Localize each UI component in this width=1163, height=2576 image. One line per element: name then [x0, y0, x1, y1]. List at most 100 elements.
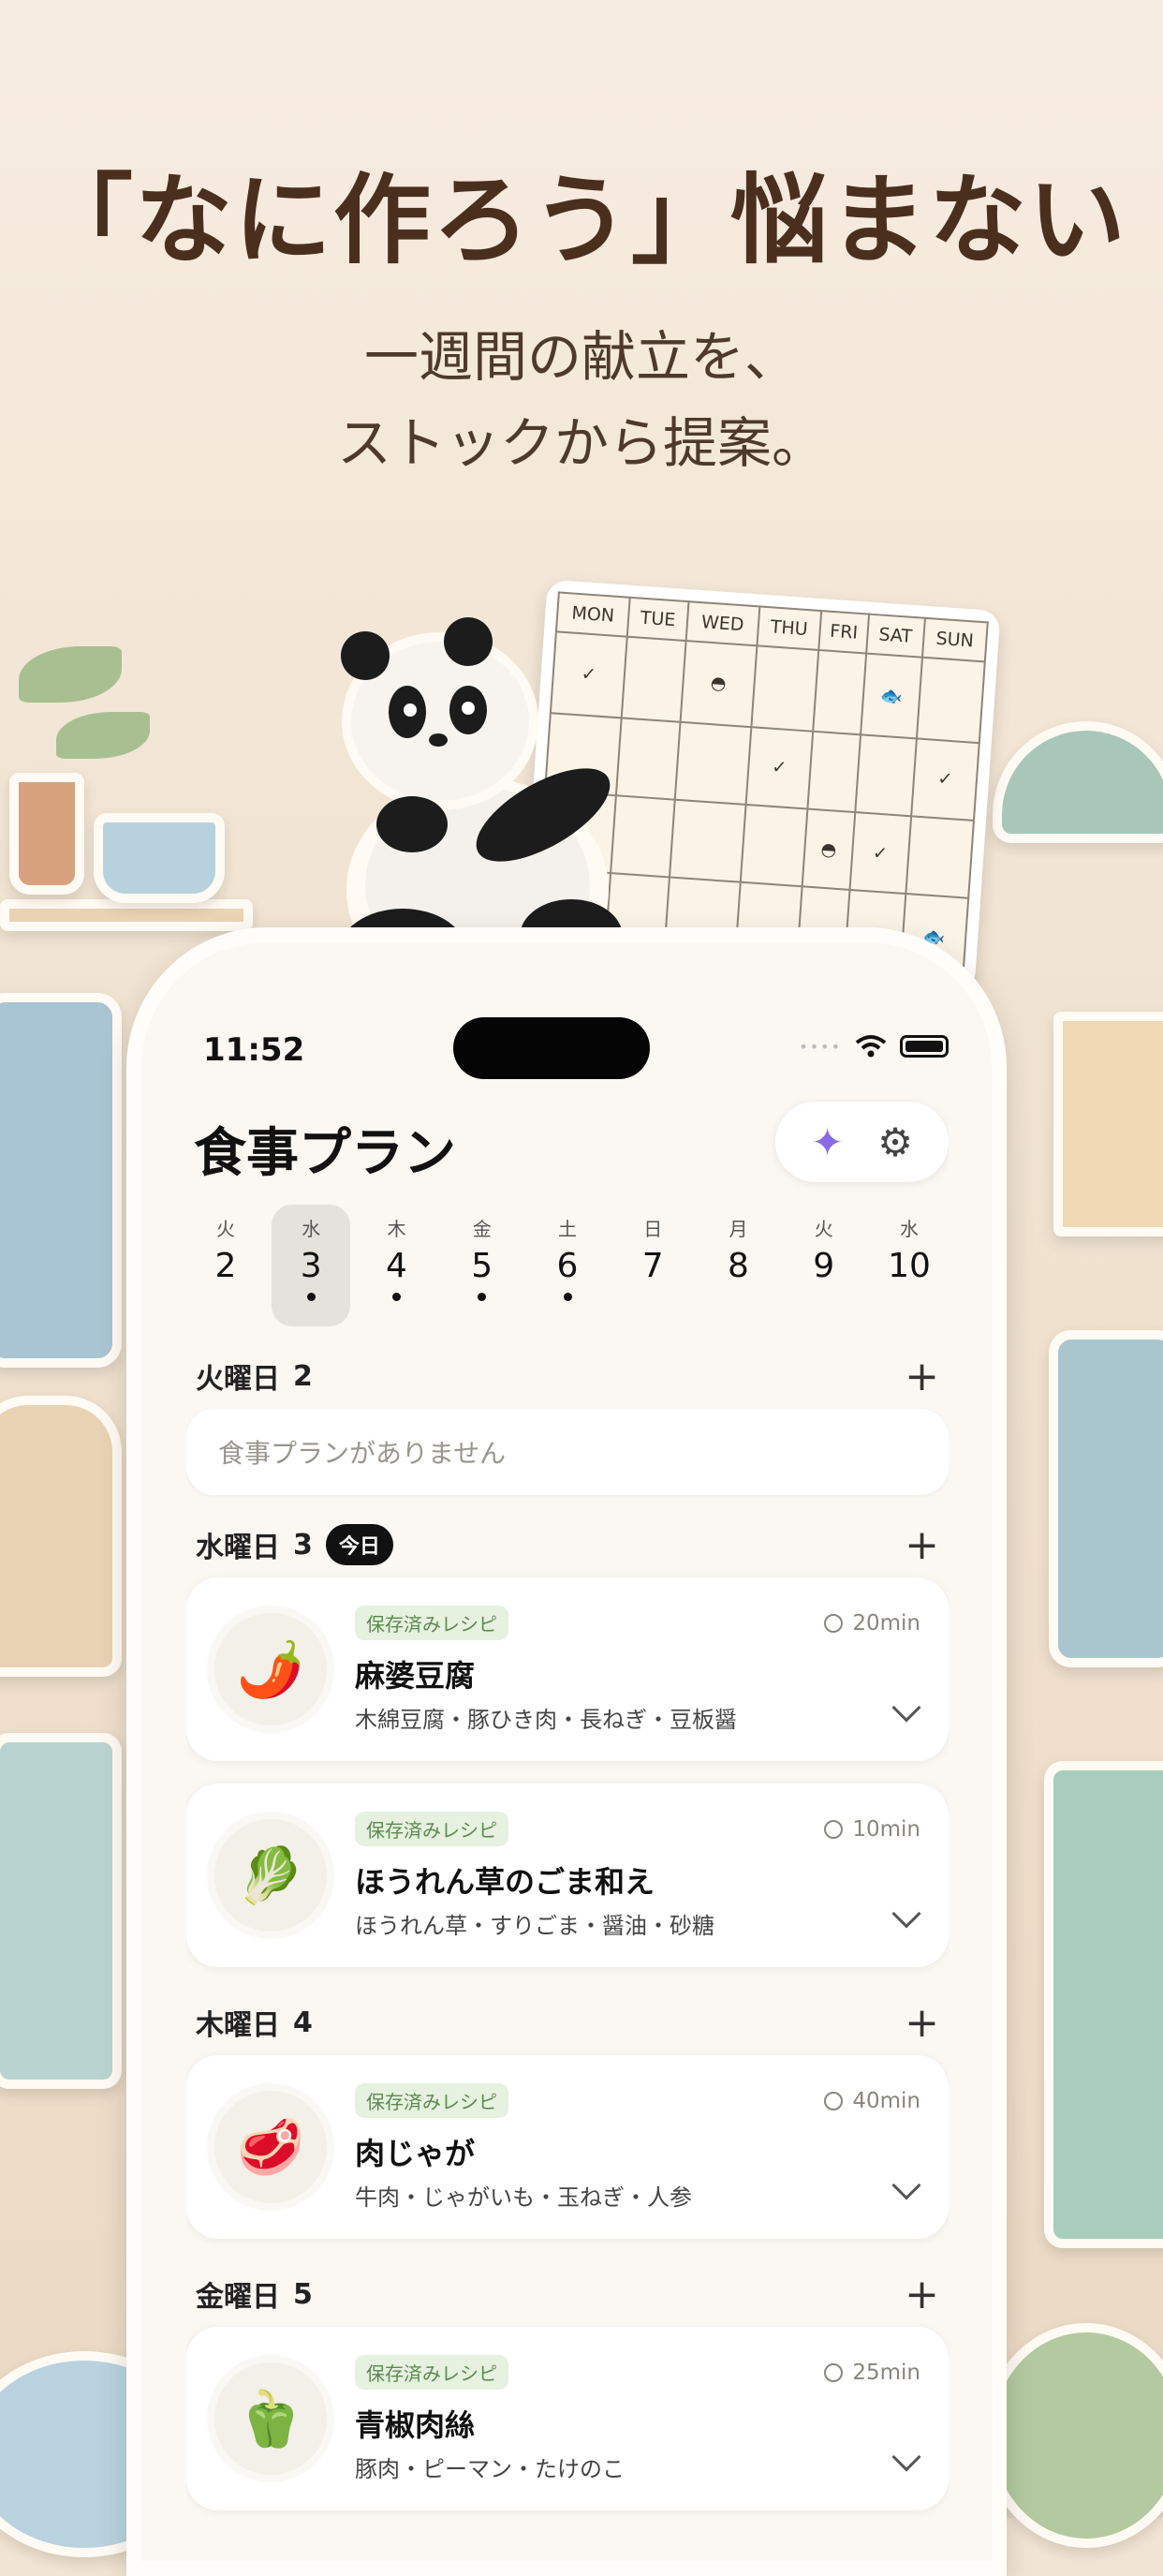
saved-recipe-badge: 保存済みレシピ: [355, 2355, 508, 2390]
recipe-name: ほうれん草のごま和え: [355, 1864, 655, 1900]
meat-icon: 🥩: [207, 2083, 334, 2211]
today-badge: 今日: [325, 1524, 393, 1565]
section-header-fri: 金曜日 5 +: [186, 2261, 949, 2327]
mug-decoration: [94, 813, 225, 903]
saved-recipe-badge: 保存済みレシピ: [355, 1606, 508, 1640]
promo-subtitle-line2: ストックから提案。: [336, 411, 826, 475]
bell-pepper-icon: 🫑: [207, 2355, 334, 2482]
clock-icon: [824, 2363, 844, 2382]
promo-subtitle-line1: 一週間の献立を、: [363, 325, 799, 389]
phone-frame: 11:52 •••• 食事プラン ✦ ⚙ 火 2 水 3 木 4 金 5 土 6 日 7 月 8 火 9 水 10: [126, 927, 1007, 2576]
chili-icon: 🌶️: [207, 1606, 334, 1733]
duration: 25min: [824, 2361, 920, 2385]
fridge-decoration: [0, 993, 122, 1368]
day-name: 火: [814, 1218, 833, 1240]
calendar-day-header: THU: [756, 606, 822, 650]
has-plan-dot: [563, 1293, 572, 1301]
recipe-ingredients: 木綿豆腐・豚ひき肉・長ねぎ・豆板醤: [355, 1707, 737, 1733]
picture-frame-decoration: [1053, 1012, 1163, 1236]
day-5[interactable]: 金5: [443, 1205, 522, 1326]
recipe-card[interactable]: 🥩 保存済みレシピ 40min 肉じゃが 牛肉・じゃがいも・玉ねぎ・人参: [186, 2055, 949, 2239]
duration-text: 40min: [852, 2089, 920, 2113]
header-actions: ✦ ⚙: [775, 1102, 949, 1182]
day-number: 3: [300, 1247, 322, 1285]
gear-icon[interactable]: ⚙: [877, 1119, 913, 1165]
day-number: 8: [728, 1247, 749, 1285]
drawer-decoration: [1044, 1761, 1163, 2248]
clock-icon: [824, 1820, 844, 1839]
day-number: 5: [471, 1247, 493, 1285]
day-name: 水: [900, 1218, 919, 1240]
section-label: 金曜日: [196, 2281, 280, 2314]
promo-subtitle: 一週間の献立を、 ストックから提案。: [0, 314, 1163, 486]
recipe-ingredients: 牛肉・じゃがいも・玉ねぎ・人参: [355, 2184, 692, 2211]
status-icons: ••••: [799, 1034, 949, 1059]
duration-text: 25min: [852, 2361, 920, 2385]
calendar-day-header: SUN: [921, 617, 988, 662]
recipe-ingredients: ほうれん草・すりごま・醤油・砂糖: [355, 1913, 714, 1939]
has-plan-dot: [392, 1293, 401, 1301]
clock-icon: [824, 1614, 844, 1633]
add-meal-button[interactable]: +: [905, 1353, 939, 1400]
duration: 10min: [824, 1817, 920, 1842]
wifi-icon: [855, 1035, 887, 1058]
spinach-icon: 🥬: [207, 1812, 334, 1939]
recipe-name: 青椒肉絲: [355, 2407, 476, 2443]
cabinet-decoration: [0, 1733, 122, 2089]
empty-plan-message[interactable]: 食事プランがありません: [186, 1409, 949, 1495]
day-2[interactable]: 火2: [186, 1205, 265, 1326]
section-day-number: 4: [293, 2006, 313, 2039]
chevron-down-icon[interactable]: [891, 2170, 921, 2200]
recipe-card[interactable]: 🥬 保存済みレシピ 10min ほうれん草のごま和え ほうれん草・すりごま・醤油…: [186, 1784, 949, 1967]
section-day-number: 5: [293, 2277, 313, 2311]
day-number: 4: [386, 1247, 407, 1285]
add-meal-button[interactable]: +: [905, 1521, 939, 1569]
status-bar: 11:52 ••••: [186, 980, 949, 1092]
section-header-thu: 木曜日 4 +: [186, 1990, 949, 2055]
day-10[interactable]: 水 10: [870, 1205, 949, 1326]
day-name: 日: [643, 1218, 663, 1240]
chevron-down-icon[interactable]: [891, 1693, 921, 1723]
add-meal-button[interactable]: +: [905, 1999, 939, 2047]
section-label: 木曜日: [196, 2009, 280, 2042]
battery-icon: [900, 1035, 949, 1058]
page-title: 食事プラン: [194, 1123, 456, 1184]
recipe-ingredients: 豚肉・ピーマン・たけのこ: [355, 2456, 625, 2482]
sparkle-icon[interactable]: ✦: [811, 1119, 844, 1165]
recipe-card[interactable]: 🫑 保存済みレシピ 25min 青椒肉絲 豚肉・ピーマン・たけのこ: [186, 2327, 949, 2510]
shelf-decoration: [0, 899, 253, 931]
clock-icon: [824, 2092, 844, 2110]
calendar-day-header: SAT: [865, 614, 925, 658]
day-number: 6: [556, 1247, 579, 1285]
section-header-wed: 水曜日 3 今日 +: [186, 1512, 949, 1577]
recipe-name: 麻婆豆腐: [355, 1658, 476, 1694]
day-name: 火: [216, 1218, 235, 1240]
calendar-day-header: FRI: [818, 611, 869, 654]
section-header-tue: 火曜日 2 +: [186, 1343, 949, 1409]
day-number: 2: [214, 1247, 237, 1285]
day-name: 月: [729, 1218, 748, 1240]
signal-icon: ••••: [799, 1037, 842, 1056]
has-plan-dot: [306, 1293, 316, 1301]
day-4[interactable]: 木4: [358, 1205, 436, 1326]
day-number: 10: [888, 1247, 931, 1285]
day-9[interactable]: 火9: [785, 1205, 863, 1326]
chevron-down-icon[interactable]: [891, 1899, 921, 1929]
section-label: 水曜日: [196, 1532, 280, 1564]
day-3[interactable]: 水3: [272, 1205, 351, 1326]
saved-recipe-badge: 保存済みレシピ: [355, 2083, 508, 2118]
day-6[interactable]: 土6: [528, 1205, 607, 1326]
day-number: 7: [641, 1247, 664, 1285]
promo-headline: 「なに作ろう」悩まない: [35, 163, 1127, 277]
day-8[interactable]: 月8: [699, 1205, 778, 1326]
duration-text: 10min: [852, 1817, 920, 1842]
recipe-card[interactable]: 🌶️ 保存済みレシピ 20min 麻婆豆腐 木綿豆腐・豚ひき肉・長ねぎ・豆板醤: [186, 1577, 949, 1761]
section-day-number: 3: [293, 1528, 313, 1562]
chevron-down-icon[interactable]: [891, 2442, 921, 2472]
utensil-holder-decoration: [1049, 1330, 1163, 1667]
has-plan-dot: [478, 1293, 487, 1301]
chair-decoration: [0, 1396, 122, 1677]
section-day-number: 2: [293, 1359, 313, 1393]
add-meal-button[interactable]: +: [905, 2271, 939, 2318]
day-7[interactable]: 日7: [613, 1205, 692, 1326]
